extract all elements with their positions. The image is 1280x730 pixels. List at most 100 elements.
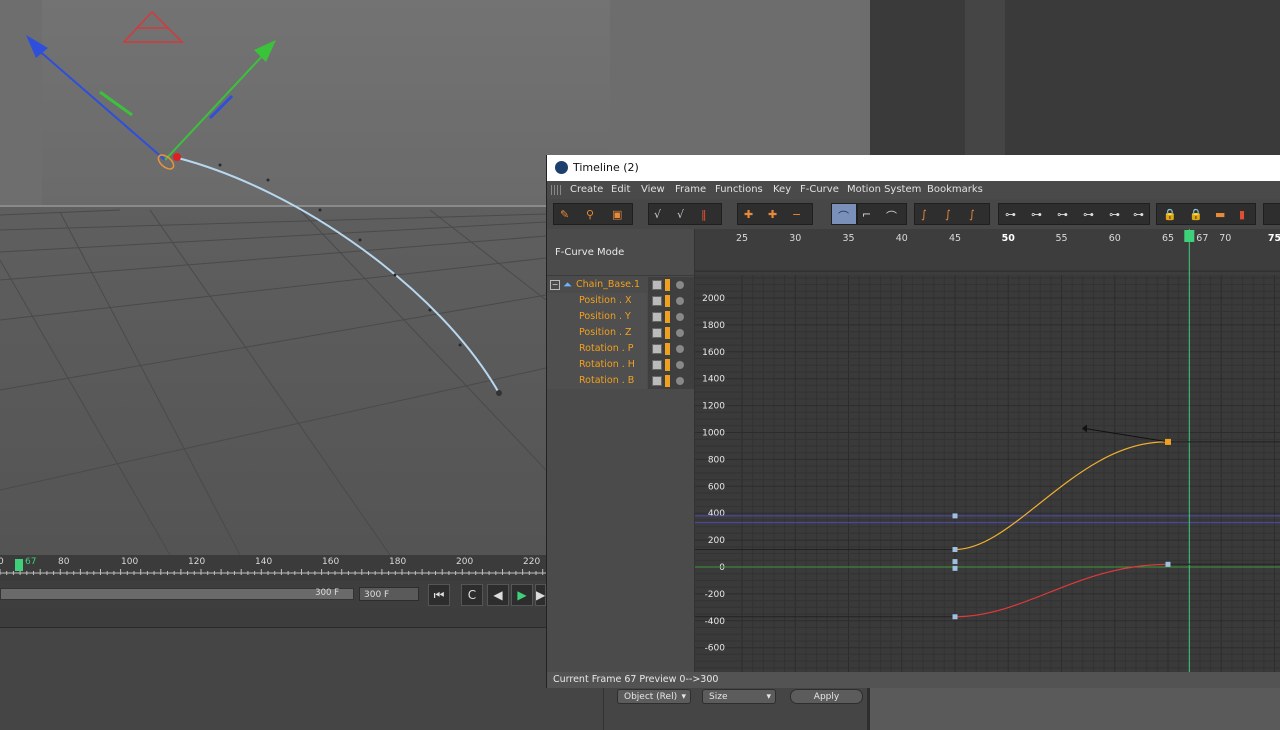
tree-row-object[interactable]: − ⏶ Chain_Base.1 [547,277,694,293]
record-button[interactable]: C [461,584,483,606]
goto-start-button[interactable]: ⏮ [428,584,450,606]
fcurve-mode-icon[interactable]: ⚲ [586,208,594,221]
delete-key-icon[interactable]: − [792,208,801,221]
track-solo-icon[interactable] [665,359,670,371]
track-edit-icon[interactable] [652,296,662,306]
value-label: 800 [708,455,725,465]
track-enable-icon[interactable] [676,329,684,337]
max-frame-field[interactable]: 300 F [359,587,419,601]
track-edit-icon[interactable] [652,280,662,290]
tangent-zero-icon[interactable]: ⊶ [1005,208,1016,221]
ruler-label-120: 120 [188,557,206,567]
track-edit-icon[interactable] [652,328,662,338]
menu-fcurve[interactable]: F-Curve [800,184,839,195]
keyframe[interactable] [952,513,958,519]
track-enable-icon[interactable] [676,313,684,321]
track-enable-icon[interactable] [676,361,684,369]
keyframe[interactable] [952,614,958,620]
tree-row-track[interactable]: Rotation . P [547,341,694,357]
tangent-lock-icon[interactable]: ⊶ [1109,208,1120,221]
track-solo-icon[interactable] [665,311,670,323]
tree-row-track[interactable]: Position . Z [547,325,694,341]
keyframe[interactable] [952,565,958,571]
tangent-auto-icon[interactable]: ⊶ [1031,208,1042,221]
value-label: 1800 [702,321,725,331]
more-tools-button[interactable] [1263,203,1280,225]
menu-key[interactable]: Key [773,184,791,195]
track-edit-icon[interactable] [652,376,662,386]
tangent-group: ⊶ ⊶ ⊶ ⊶ ⊶ ⊶ [998,203,1150,225]
ease-in-icon[interactable]: ∫ [945,208,951,221]
coordinate-dropdown[interactable]: Object (Rel) ▾ [617,689,691,704]
dope-sheet-icon[interactable]: ▣ [612,208,622,221]
ease-in-out-icon[interactable]: ∫ [921,208,927,221]
menu-functions[interactable]: Functions [715,184,763,195]
step-forward-button[interactable]: ▶ [535,584,546,606]
menu-edit[interactable]: Edit [611,184,630,195]
apply-button[interactable]: Apply [790,689,863,704]
track-enable-icon[interactable] [676,297,684,305]
keyframe[interactable] [952,547,958,553]
tangent-unlock-icon[interactable]: ⊶ [1133,208,1144,221]
timeline-titlebar[interactable]: Timeline (2) [547,155,1280,181]
apply-button-label: Apply [813,692,840,702]
keyframe-mode-icon[interactable]: ✎ [560,208,569,221]
linear-icon[interactable]: ⌒ [886,208,897,224]
cinema4d-logo-icon [555,161,568,174]
track-edit-icon[interactable] [652,360,662,370]
frame-preview-icon[interactable]: ‖ [701,208,707,221]
track-solo-icon[interactable] [665,295,670,307]
track-solo-icon[interactable] [665,327,670,339]
menu-bookmarks[interactable]: Bookmarks [927,184,983,195]
ruler-label-140: 140 [255,557,273,567]
lock-tangent-icon[interactable]: ▬ [1215,208,1225,221]
menu-view[interactable]: View [641,184,665,195]
fcurve-graph[interactable]: 25 30 35 40 45 50 55 60 65 70 75 2000 1800 1600 1400 12… [695,229,1280,676]
timeline-ruler[interactable]: 0 67 80 100 120 140 160 180 200 220 [0,555,546,581]
keyframe-selected[interactable] [1165,438,1171,445]
lock-value-icon[interactable]: 🔒 [1189,208,1203,221]
track-status-icons [648,277,694,293]
fcurve-graph-canvas[interactable]: 25 30 35 40 45 50 55 60 65 70 75200018001600140012… [695,229,1280,676]
track-solo-icon[interactable] [665,343,670,355]
ease-out-icon[interactable]: ∫ [969,208,975,221]
ease-group: ∫ ∫ ∫ [914,203,990,225]
step-back-button[interactable]: ◀ [487,584,509,606]
preview-range-slider[interactable]: 300 F [0,588,354,600]
menu-motion-system[interactable]: Motion System [847,184,921,195]
add-key-all-icon[interactable]: ✚ [768,208,777,221]
tangent-break-icon[interactable]: ⊶ [1083,208,1094,221]
frame-group: √ √ ‖ [648,203,722,225]
tree-row-track[interactable]: Rotation . B [547,373,694,389]
keyframe[interactable] [952,559,958,565]
size-dropdown-value: Size [709,692,728,702]
interpolation-spline-button[interactable]: ⌒ [831,203,857,225]
frame-selected-icon[interactable]: √ [677,208,684,221]
ruler-label-200: 200 [456,557,474,567]
tree-row-track[interactable]: Position . X [547,293,694,309]
add-key-icon[interactable]: ✚ [744,208,753,221]
track-edit-icon[interactable] [652,312,662,322]
lock-time-icon[interactable]: 🔒 [1163,208,1177,221]
track-edit-icon[interactable] [652,344,662,354]
ruler-playhead[interactable] [15,559,23,571]
tree-row-track[interactable]: Position . Y [547,309,694,325]
tangent-weight-icon[interactable]: ⊶ [1057,208,1068,221]
track-enable-icon[interactable] [676,377,684,385]
collapse-toggle-icon[interactable]: − [550,280,560,290]
track-solo-icon[interactable] [665,375,670,387]
play-button[interactable]: ▶ [511,584,533,606]
frame-all-icon[interactable]: √ [654,208,661,221]
lock-length-icon[interactable]: ▮ [1239,208,1245,221]
size-dropdown[interactable]: Size ▾ [702,689,776,704]
menu-create[interactable]: Create [570,184,603,195]
menu-frame[interactable]: Frame [675,184,706,195]
track-status-icons [648,325,694,341]
step-icon[interactable]: ⌐ [862,208,871,221]
playhead-frame-label: 67 [1196,233,1208,244]
track-enable-icon[interactable] [676,345,684,353]
track-enable-icon[interactable] [676,281,684,289]
keyframe[interactable] [1165,561,1171,567]
tree-row-track[interactable]: Rotation . H [547,357,694,373]
track-solo-icon[interactable] [665,279,670,291]
